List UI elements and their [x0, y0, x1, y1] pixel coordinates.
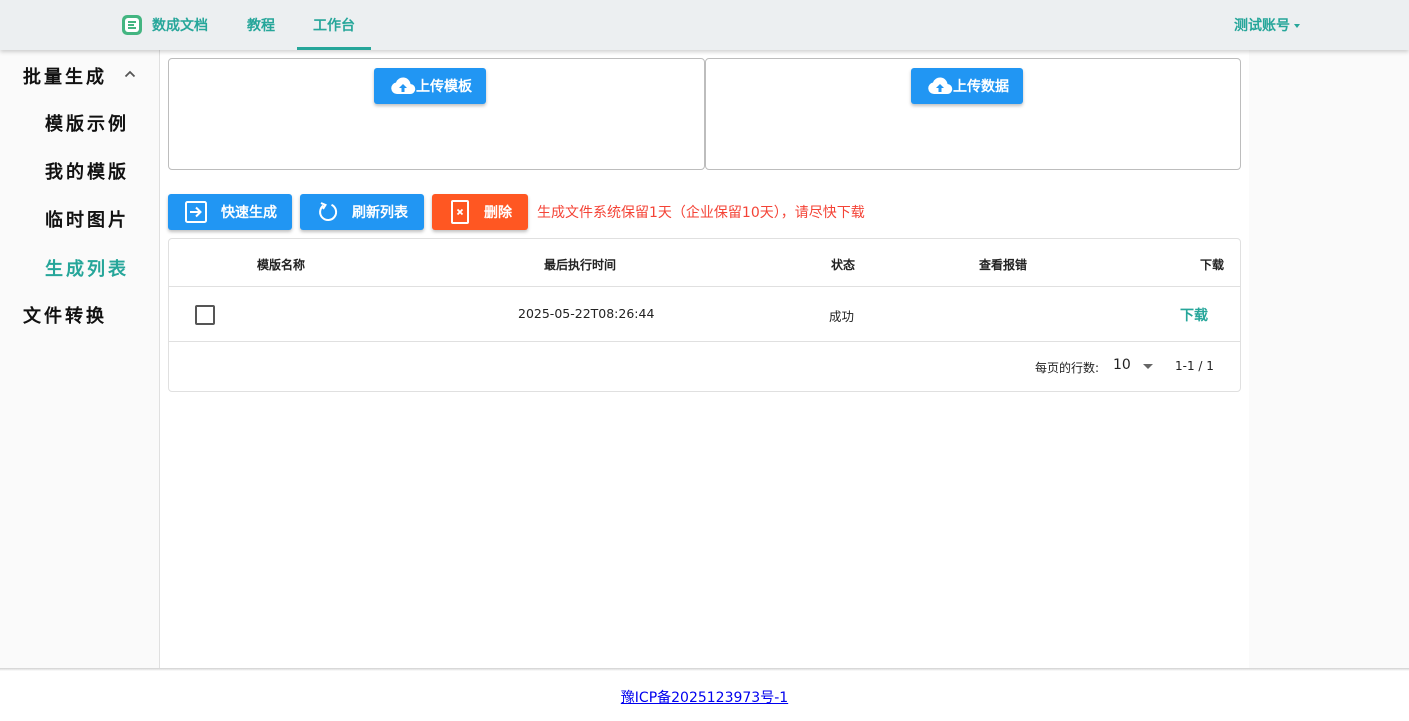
row-checkbox[interactable] [195, 305, 215, 325]
column-header-download[interactable]: 下载 [1200, 256, 1224, 273]
refresh-list-label: 刷新列表 [352, 205, 408, 221]
cloud-upload-icon [391, 77, 416, 95]
sidebar-group-file-convert[interactable]: 文件转换 [23, 302, 107, 328]
sidebar-item-my-templates[interactable]: 我的模版 [45, 158, 129, 184]
column-header-status[interactable]: 状态 [831, 256, 855, 273]
rows-per-page-label: 每页的行数: [1035, 361, 1100, 375]
footer: 豫ICP备2025123973号-1 [0, 687, 1409, 707]
nav-active-indicator [297, 47, 371, 50]
sidebar [0, 50, 160, 670]
chevron-up-icon[interactable] [124, 68, 136, 80]
delete-button[interactable]: 删除 [432, 194, 528, 230]
top-app-bar: 数成文档 教程 工作台 测试账号 [0, 0, 1409, 50]
right-gutter [1249, 50, 1409, 670]
caret-down-icon [1294, 24, 1300, 28]
download-link[interactable]: 下载 [1180, 305, 1208, 325]
refresh-list-button[interactable]: 刷新列表 [300, 194, 424, 230]
sidebar-item-template-examples[interactable]: 模版示例 [45, 110, 129, 136]
account-name: 测试账号 [1234, 18, 1290, 34]
nav-workbench[interactable]: 工作台 [313, 15, 355, 35]
upload-data-label: 上传数据 [953, 79, 1009, 95]
account-menu[interactable]: 测试账号 [1234, 15, 1300, 35]
logo-icon [122, 15, 142, 35]
upload-template-button[interactable]: 上传模板 [374, 68, 486, 104]
footer-divider [0, 668, 1409, 671]
upload-template-label: 上传模板 [416, 79, 472, 95]
icp-link[interactable]: 豫ICP备2025123973号-1 [621, 690, 788, 706]
cell-status: 成功 [829, 309, 855, 324]
cell-last-run-time: 2025-05-22T08:26:44 [518, 306, 655, 321]
upload-data-button[interactable]: 上传数据 [911, 68, 1023, 104]
row-divider [169, 341, 1240, 342]
sidebar-item-generate-list[interactable]: 生成列表 [45, 255, 129, 281]
column-header-template-name[interactable]: 模版名称 [257, 256, 305, 273]
dropdown-arrow-icon[interactable] [1143, 364, 1153, 369]
nav-tutorial[interactable]: 教程 [247, 15, 275, 35]
sidebar-item-temp-images[interactable]: 临时图片 [45, 206, 129, 232]
refresh-icon [319, 202, 338, 222]
retention-notice: 生成文件系统保留1天（企业保留10天），请尽快下载 [537, 205, 865, 221]
delete-file-icon [451, 200, 469, 224]
quick-generate-label: 快速生成 [221, 205, 277, 221]
arrow-into-box-icon [185, 201, 207, 223]
column-header-view-error[interactable]: 查看报错 [979, 256, 1027, 273]
generate-list-table: 模版名称 最后执行时间 状态 查看报错 下载 2025-05-22T08:26:… [168, 238, 1241, 392]
delete-label: 删除 [484, 205, 512, 221]
column-header-last-run-time[interactable]: 最后执行时间 [544, 256, 616, 273]
brand-name[interactable]: 数成文档 [152, 15, 208, 35]
pagination-range: 1-1 / 1 [1175, 359, 1214, 373]
rows-per-page-select[interactable]: 10 [1113, 357, 1131, 373]
cloud-upload-icon [928, 77, 953, 95]
quick-generate-button[interactable]: 快速生成 [168, 194, 292, 230]
header-divider [169, 286, 1240, 287]
sidebar-group-batch[interactable]: 批量生成 [23, 63, 107, 89]
